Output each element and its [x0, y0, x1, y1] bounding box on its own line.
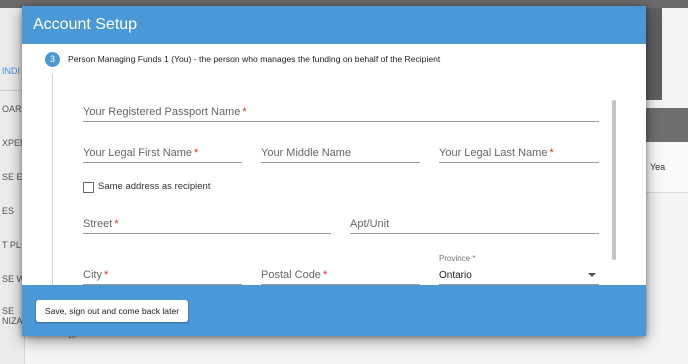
field-underline: [350, 233, 599, 234]
required-marker: *: [194, 147, 199, 159]
same-address-checkbox[interactable]: [83, 182, 94, 193]
province-select[interactable]: Province * Ontario: [439, 254, 599, 285]
street-field[interactable]: Street *: [83, 210, 331, 234]
field-label: Your Registered Passport Name *: [83, 106, 247, 118]
step-title: Person Managing Funds 1 (You) - the pers…: [68, 54, 441, 64]
step-number-badge: 3: [45, 52, 60, 67]
field-label: Apt/Unit: [350, 218, 390, 230]
required-marker: *: [103, 269, 109, 281]
field-label: Street *: [83, 218, 119, 230]
save-sign-out-button[interactable]: Save, sign out and come back later: [36, 300, 188, 322]
city-field[interactable]: City *: [83, 261, 242, 285]
bg-sidebar-item: INDI: [2, 66, 20, 76]
field-underline: [83, 162, 242, 163]
dialog-body[interactable]: 3 Person Managing Funds 1 (You) - the pe…: [22, 44, 646, 285]
field-label: Your Legal Last Name *: [439, 147, 554, 159]
background-header-band: [646, 8, 662, 100]
last-name-field[interactable]: Your Legal Last Name *: [439, 139, 599, 163]
field-label: City *: [83, 269, 109, 281]
field-label: Your Middle Name: [261, 147, 352, 159]
province-value: Ontario: [439, 270, 472, 281]
apt-unit-field[interactable]: Apt/Unit: [350, 210, 599, 234]
bg-sidebar-divider: [0, 90, 24, 91]
bg-sidebar-item: XPEN: [2, 138, 24, 148]
dialog-header: Account Setup: [22, 6, 646, 44]
bg-sidebar-item: SE W: [2, 274, 24, 284]
account-setup-dialog: Account Setup 3 Person Managing Funds 1 …: [22, 6, 646, 336]
bg-sidebar-item: ES: [2, 206, 15, 216]
field-label: Postal Code *: [261, 269, 328, 281]
bg-sidebar-item: OAR: [2, 104, 22, 114]
required-marker: *: [242, 106, 247, 118]
required-marker: *: [549, 147, 554, 159]
middle-name-field[interactable]: Your Middle Name: [261, 139, 420, 163]
chevron-down-icon[interactable]: [588, 273, 596, 277]
first-name-field[interactable]: Your Legal First Name *: [83, 139, 242, 163]
checkbox-label: Same address as recipient: [98, 181, 211, 192]
province-label: Province *: [439, 254, 476, 263]
background-table-header: [646, 108, 688, 142]
field-underline: [439, 162, 599, 163]
field-underline: [83, 233, 331, 234]
required-marker: *: [114, 218, 119, 230]
passport-name-field[interactable]: Your Registered Passport Name *: [83, 98, 599, 122]
dialog-title: Account Setup: [33, 16, 138, 33]
dialog-footer: Save, sign out and come back later: [22, 285, 646, 336]
background-cell-text: Yea: [650, 162, 666, 172]
postal-code-field[interactable]: Postal Code *: [261, 261, 420, 285]
required-marker: *: [322, 269, 328, 281]
field-underline: [83, 121, 599, 122]
field-underline: [261, 162, 420, 163]
bg-sidebar-item: NIZAT: [2, 316, 24, 326]
bg-sidebar-item: SE EX: [2, 172, 24, 182]
scrollbar-thumb[interactable]: [612, 100, 616, 260]
step-connector-line: [52, 74, 53, 285]
bg-sidebar-item: SE: [2, 306, 15, 316]
field-label: Your Legal First Name *: [83, 147, 199, 159]
bg-sidebar-item: T PL: [2, 240, 21, 250]
background-table-cell: Yea: [646, 142, 688, 193]
